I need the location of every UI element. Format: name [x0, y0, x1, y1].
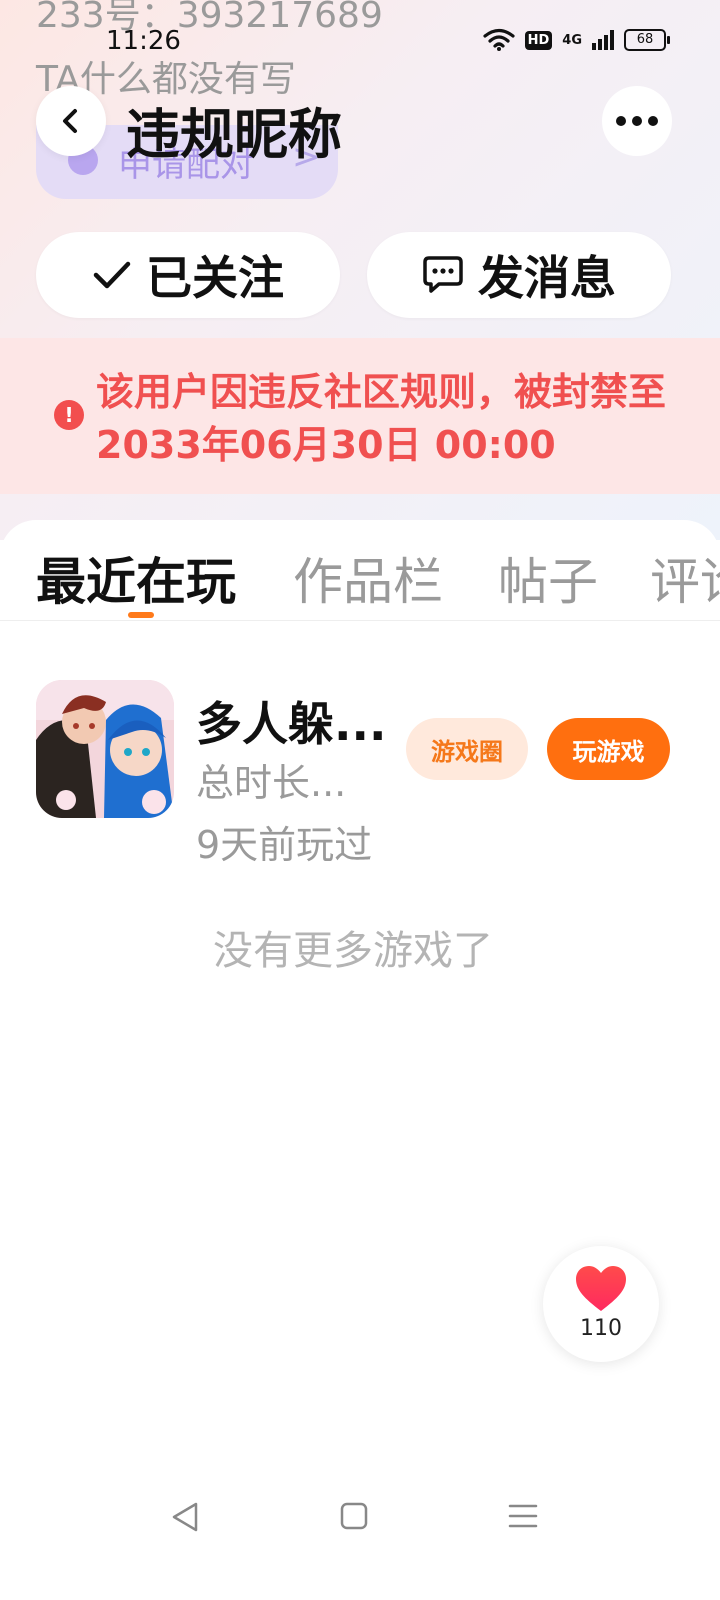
like-count: 110: [580, 1316, 622, 1341]
more-dots-icon: [616, 116, 658, 126]
profile-tabs: 最近在玩 作品栏 帖子 评论: [0, 520, 720, 621]
page-title: 违规昵称: [126, 103, 342, 166]
followed-label: 已关注: [146, 251, 284, 305]
more-button[interactable]: [602, 86, 672, 156]
recent-game-item[interactable]: 多人躲... 总时长... 9天前玩过 游戏圈 玩游戏: [36, 680, 686, 867]
game-last-played: 9天前玩过: [196, 823, 373, 867]
status-time: 11:26: [106, 26, 181, 56]
heart-icon: [576, 1266, 626, 1311]
profile-content: 最近在玩 作品栏 帖子 评论 多人躲... 总时长... 9天前玩过 游戏: [0, 520, 720, 1600]
ban-notice-text: 该用户因违反社区规则，被封禁至2033年06月30日 00:00: [96, 370, 667, 467]
send-message-button[interactable]: 发消息: [367, 232, 671, 318]
play-game-button[interactable]: 玩游戏: [547, 718, 670, 780]
followed-button[interactable]: 已关注: [36, 232, 340, 318]
game-total-time: 总时长...: [196, 761, 347, 805]
back-button[interactable]: [36, 86, 106, 156]
network-type: 4G: [562, 32, 582, 48]
menu-lines-icon[interactable]: [507, 1500, 539, 1532]
square-home-icon[interactable]: [339, 1500, 369, 1532]
active-tab-indicator: [128, 612, 154, 618]
status-bar: 11:26 HD 4G 68: [0, 26, 720, 62]
like-button[interactable]: 110: [543, 1246, 659, 1362]
warning-icon: !: [54, 400, 84, 430]
battery-icon: 68: [624, 29, 670, 51]
ban-notice: ! 该用户因违反社区规则，被封禁至2033年06月30日 00:00: [0, 338, 720, 494]
signal-icon: [592, 30, 614, 50]
no-more-games-hint: 没有更多游戏了: [213, 928, 493, 974]
wifi-icon: [483, 28, 515, 51]
tab-comments[interactable]: 评论: [650, 542, 720, 614]
chevron-left-icon: [63, 109, 77, 133]
game-name: 多人躲...: [196, 697, 387, 751]
check-icon: [93, 261, 131, 289]
game-circle-button[interactable]: 游戏圈: [406, 718, 528, 780]
system-nav-bar: [0, 1480, 720, 1560]
tab-works[interactable]: 作品栏: [293, 542, 443, 614]
chat-bubble-icon: [423, 256, 463, 293]
status-icons: HD 4G 68: [483, 28, 670, 52]
tab-posts[interactable]: 帖子: [498, 542, 598, 614]
game-icon: [36, 680, 174, 818]
triangle-back-icon[interactable]: [170, 1500, 200, 1534]
profile-actions: 已关注 发消息: [36, 232, 671, 318]
tab-recent-playing[interactable]: 最近在玩: [36, 542, 236, 614]
send-message-label: 发消息: [478, 251, 616, 305]
top-bar: 违规昵称: [0, 86, 720, 166]
hd-icon: HD: [524, 30, 553, 50]
